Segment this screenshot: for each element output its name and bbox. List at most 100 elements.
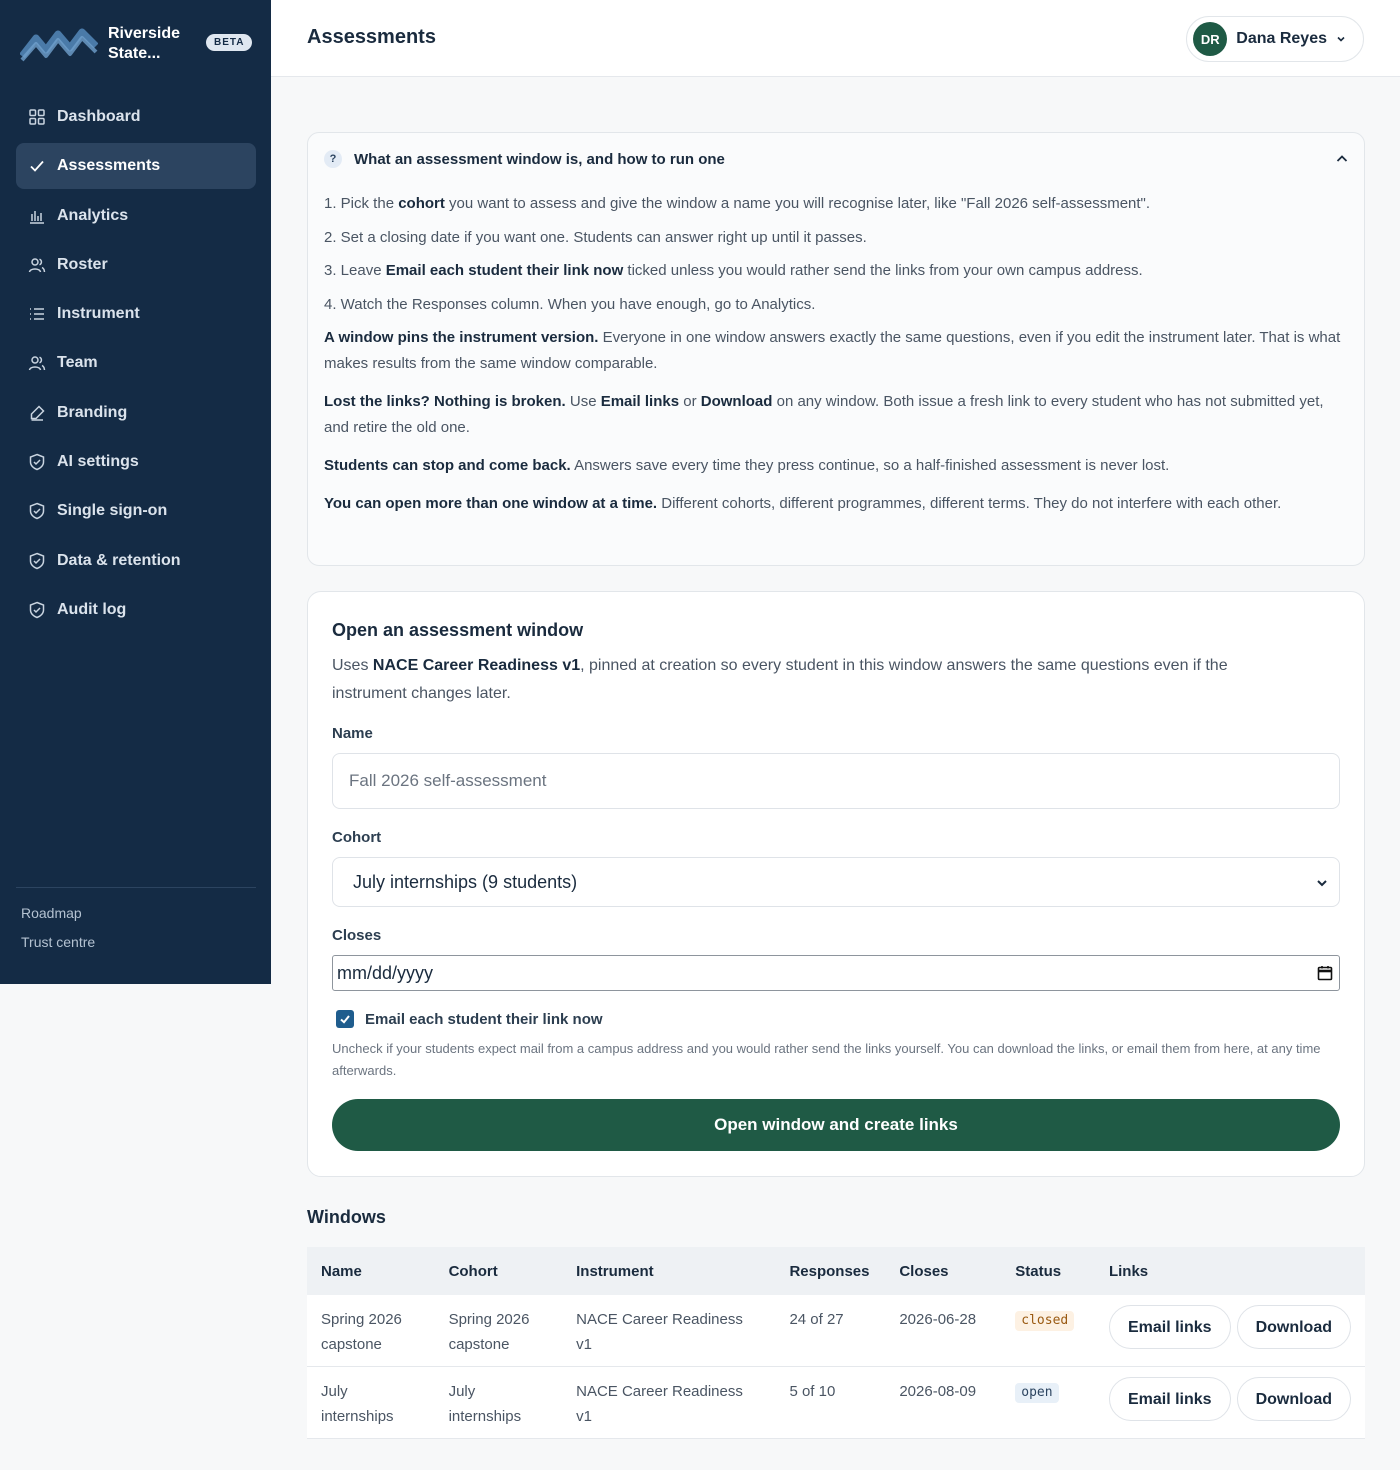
checkmark-icon [340,1015,350,1024]
download-button[interactable]: Download [1236,1377,1351,1421]
window-responses: 5 of 10 [789,1383,836,1400]
form-title: Open an assessment window [332,620,584,640]
name-input-placeholder: Fall 2026 self-assessment [349,771,547,790]
column-header-responses: Responses [789,1262,870,1280]
email-students-checkbox[interactable] [336,1010,354,1028]
help-step-text: ticked unless you would rather send the … [623,262,1143,279]
shield-icon [28,502,46,520]
window-name: July internships [321,1383,394,1425]
email-hint: Uncheck if your students expect mail fro… [332,1041,1321,1078]
sidebar-nav: Dashboard Assessments Analytics Roster I… [16,94,256,636]
table-row: Spring 2026 capstone Spring 2026 capston… [307,1295,1365,1367]
window-responses: 24 of 27 [789,1311,844,1328]
sidebar-item-label: Instrument [57,305,140,323]
help-paragraph-text: Different cohorts, different programmes,… [657,495,1282,512]
sidebar-item-roster[interactable]: Roster [16,242,256,288]
closes-date-input[interactable]: mm/dd/yyyy [332,955,1340,991]
help-step: 4. Watch the Responses column. When you … [324,292,1348,318]
column-header-name: Name [321,1262,362,1280]
sidebar-item-dashboard[interactable]: Dashboard [16,94,256,140]
sidebar-item-analytics[interactable]: Analytics [16,193,256,239]
help-panel-toggle[interactable]: ? What an assessment window is, and how … [324,149,1350,169]
help-paragraph-bold: Email links [600,393,680,410]
help-step-bold: cohort [398,195,445,212]
closes-date-placeholder: mm/dd/yyyy [337,962,434,983]
trust-centre-link[interactable]: Trust centre [21,934,95,950]
download-button[interactable]: Download [1236,1305,1351,1349]
sidebar-item-instrument[interactable]: Instrument [16,291,256,337]
help-paragraph-bold: Lost the links? Nothing is broken. [324,393,566,410]
windows-title: Windows [307,1207,386,1227]
help-paragraph: Students can stop and come back. Answers… [324,453,1348,479]
top-bar: Assessments DR Dana Reyes [271,0,1400,77]
chevron-down-icon [1337,36,1345,42]
help-paragraph-text: or [679,393,701,410]
window-instrument: NACE Career Readiness v1 [576,1311,743,1353]
sidebar-divider [16,887,256,888]
status-badge: closed [1015,1311,1075,1331]
brand-name: Riverside State... [108,25,181,62]
form-description-text: Uses [332,657,373,674]
main-content: ? What an assessment window is, and how … [307,132,1365,1439]
help-step-bold: Email each student their link now [385,262,624,279]
column-header-closes: Closes [899,1262,949,1280]
email-links-button[interactable]: Email links [1108,1377,1231,1421]
calendar-icon[interactable] [1317,965,1333,981]
column-header-links: Links [1108,1262,1149,1280]
help-paragraph-bold: You can open more than one window at a t… [324,495,658,512]
sidebar-footer-links: Roadmap Trust centre [21,905,95,963]
windows-table: Name Cohort Instrument Responses Closes … [307,1247,1365,1439]
help-step: 2. Set a closing date if you want one. S… [324,225,1348,251]
sidebar-item-data-retention[interactable]: Data & retention [16,538,256,584]
help-panel-title: What an assessment window is, and how to… [354,150,725,168]
avatar: DR [1193,22,1228,56]
cohort-label: Cohort [332,829,382,846]
users-icon [28,354,46,372]
help-paragraph-bold: A window pins the instrument version. [324,329,599,346]
help-panel: ? What an assessment window is, and how … [307,132,1365,566]
window-links-cell: Email links Download [1095,1367,1365,1439]
chevron-down-icon [1317,880,1327,887]
instrument-name: NACE Career Readiness v1 [372,657,581,674]
help-step-text: 2. Set a closing date if you want one. S… [324,228,867,246]
shield-icon [28,453,46,471]
help-paragraph-bold: Download [700,393,773,410]
sidebar-item-label: Assessments [57,157,161,175]
brand[interactable]: Riverside State... BETA [20,22,260,66]
sidebar-item-assessments[interactable]: Assessments [16,143,256,190]
cohort-select[interactable]: July internships (9 students) [332,857,1340,907]
email-links-button[interactable]: Email links [1108,1305,1231,1349]
beta-badge: BETA [206,34,253,51]
question-icon: ? [324,150,342,168]
help-paragraph-text: Answers save every time they press conti… [570,457,1170,474]
column-header-cohort: Cohort [448,1262,498,1280]
sidebar-item-team[interactable]: Team [16,340,256,386]
sidebar-item-branding[interactable]: Branding [16,390,256,436]
name-label: Name [332,725,373,742]
help-panel-body: 1. Pick the cohort you want to assess an… [324,191,1348,517]
help-steps: 1. Pick the cohort you want to assess an… [324,191,1348,318]
sidebar-item-label: Single sign-on [57,502,168,520]
open-window-form: Open an assessment window Uses NACE Care… [307,591,1365,1177]
sidebar-item-label: Data & retention [57,551,181,569]
sidebar-item-audit-log[interactable]: Audit log [16,587,256,633]
help-step-text: 3. Leave [324,262,386,279]
status-badge: open [1015,1383,1059,1403]
sidebar-item-single-sign-on[interactable]: Single sign-on [16,488,256,534]
roadmap-link[interactable]: Roadmap [21,905,95,921]
open-window-button[interactable]: Open window and create links [332,1099,1340,1151]
sidebar-item-label: Branding [57,403,128,421]
name-input[interactable]: Fall 2026 self-assessment [332,753,1340,809]
email-students-checkbox-row[interactable]: Email each student their link now [336,1010,603,1028]
shield-icon [28,601,46,619]
sidebar-item-label: Analytics [57,206,129,224]
list-icon [28,305,46,323]
user-menu-button[interactable]: DR Dana Reyes [1186,16,1364,62]
help-step: 1. Pick the cohort you want to assess an… [324,191,1348,217]
check-icon [28,157,46,175]
help-paragraph-bold: Students can stop and come back. [324,457,571,474]
user-name: Dana Reyes [1236,30,1327,47]
window-closes: 2026-08-09 [899,1383,977,1400]
sidebar: Riverside State... BETA Dashboard Assess… [0,0,271,984]
sidebar-item-ai-settings[interactable]: AI settings [16,439,256,485]
